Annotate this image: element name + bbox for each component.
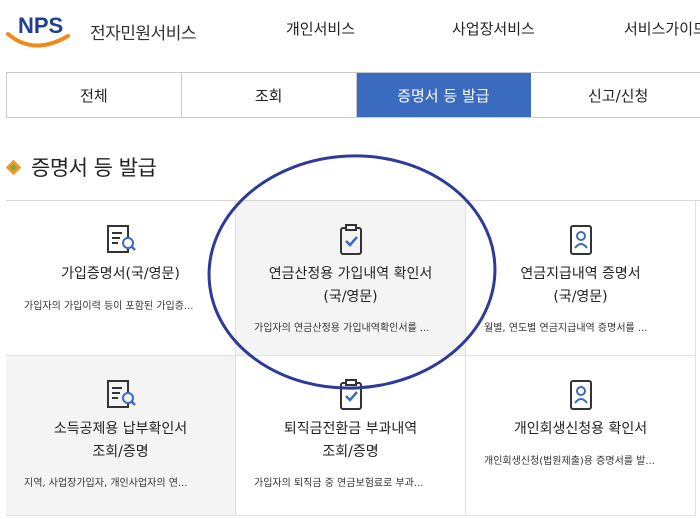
- card-personal-rehabilitation-confirmation[interactable]: 개인회생신청용 확인서 개인회생신청(법원제출)용 증명서를 발...: [466, 356, 696, 516]
- tab-inquiry[interactable]: 조회: [181, 73, 357, 117]
- card-title-line2: (국/영문): [323, 289, 378, 305]
- card-description: 가입자의 연금산정용 가입내역확인서를 ...: [254, 323, 430, 334]
- id-card-person-icon: [569, 380, 592, 410]
- nps-logo[interactable]: NPS 전자민원서비스: [6, 8, 196, 52]
- card-retirement-conversion-inquiry[interactable]: 퇴직금전환금 부과내역 조회/증명 가입자의 퇴직금 중 연금보험료로 부과..…: [236, 356, 466, 516]
- tab-all[interactable]: 전체: [7, 73, 182, 117]
- nps-logo-mark-icon: NPS: [6, 13, 70, 48]
- clipboard-check-icon: [339, 379, 362, 410]
- card-description: 지역, 사업장가입자, 개인사업자의 연...: [24, 478, 188, 489]
- section-header: 증명서 등 발급: [8, 152, 157, 182]
- id-card-person-icon: [569, 225, 592, 255]
- document-search-icon: [106, 225, 136, 253]
- logo-text: 전자민원서비스: [90, 24, 196, 44]
- card-tax-deduction-payment-confirmation[interactable]: 소득공제용 납부확인서 조회/증명 지역, 사업장가입자, 개인사업자의 연..…: [6, 356, 236, 516]
- tab-certificate-issue[interactable]: 증명서 등 발급: [356, 73, 532, 117]
- diamond-bullet-icon: [8, 162, 19, 173]
- card-description: 가입자의 퇴직금 중 연금보험료로 부과...: [254, 478, 424, 489]
- card-title: 소득공제용 납부확인서: [53, 421, 188, 437]
- card-title: 퇴직금전환금 부과내역: [283, 421, 418, 437]
- card-title: 연금지급내역 증명서: [520, 266, 641, 282]
- card-title-line2: 조회/증명: [322, 444, 379, 460]
- category-tabs: 전체 조회 증명서 등 발급 신고/신청: [6, 72, 700, 118]
- card-pension-payment-certificate[interactable]: 연금지급내역 증명서 (국/영문) 월별, 연도별 연금지급내역 증명서를 ..…: [466, 201, 696, 356]
- nav-service-guide[interactable]: 서비스가이드: [624, 18, 700, 39]
- card-subscription-certificate[interactable]: 가입증명서(국/영문) 가입자의 가입이력 등이 포함된 가입증...: [6, 201, 236, 356]
- svg-text:NPS: NPS: [18, 13, 63, 38]
- document-search-icon: [106, 380, 136, 408]
- card-title: 개인회생신청용 확인서: [513, 421, 648, 437]
- card-title: 가입증명서(국/영문): [61, 266, 180, 282]
- tab-report-apply[interactable]: 신고/신청: [531, 73, 700, 117]
- card-pension-calculation-confirmation[interactable]: 연금산정용 가입내역 확인서 (국/영문) 가입자의 연금산정용 가입내역확인서…: [236, 201, 466, 356]
- certificate-grid: 가입증명서(국/영문) 가입자의 가입이력 등이 포함된 가입증... 연금산정…: [6, 200, 700, 519]
- nav-personal-service[interactable]: 개인서비스: [286, 18, 355, 39]
- card-description: 월별, 연도별 연금지급내역 증명서를 ...: [484, 323, 648, 334]
- card-title-line2: (국/영문): [553, 289, 608, 305]
- card-title: 연금산정용 가입내역 확인서: [268, 266, 433, 282]
- card-title-line2: 조회/증명: [92, 444, 149, 460]
- header: NPS 전자민원서비스 개인서비스 사업장서비스 서비스가이드: [0, 0, 700, 60]
- card-description: 개인회생신청(법원제출)용 증명서를 발...: [484, 456, 655, 467]
- clipboard-check-icon: [339, 224, 362, 255]
- nav-business-service[interactable]: 사업장서비스: [452, 18, 535, 39]
- card-description: 가입자의 가입이력 등이 포함된 가입증...: [24, 301, 194, 312]
- section-title: 증명서 등 발급: [31, 156, 157, 180]
